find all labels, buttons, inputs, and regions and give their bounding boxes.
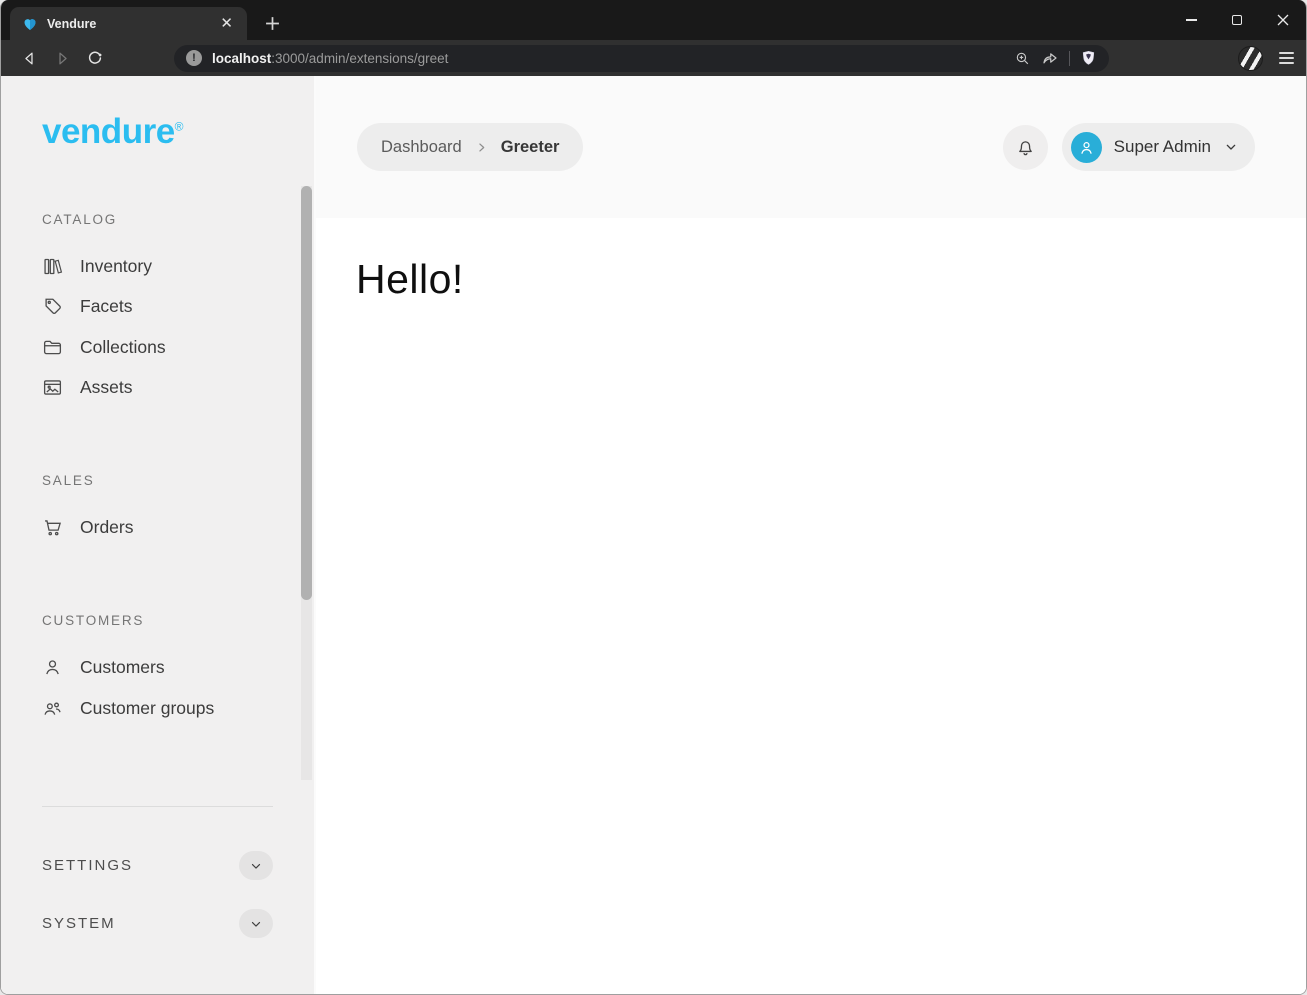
sidebar-item-label: Customers <box>80 657 165 678</box>
new-tab-button[interactable] <box>265 16 280 31</box>
sidebar-item-customers[interactable]: Customers <box>42 654 165 680</box>
chevron-down-icon <box>1223 139 1239 155</box>
logo-text: vendure <box>42 112 175 151</box>
sidebar-scrollbar-thumb[interactable] <box>301 186 312 600</box>
close-button[interactable] <box>1260 0 1306 40</box>
url-text: localhost:3000/admin/extensions/greet <box>212 51 448 66</box>
sidebar-item-label: Orders <box>80 517 133 538</box>
folder-icon <box>42 337 63 358</box>
address-bar[interactable]: ! localhost:3000/admin/extensions/greet <box>174 45 1109 72</box>
sidebar-item-inventory[interactable]: Inventory <box>42 253 152 279</box>
close-icon <box>1277 14 1289 26</box>
admin-page: vendure® CATALOG Inventory <box>1 76 1306 995</box>
page-title: Hello! <box>356 256 1266 303</box>
back-button[interactable] <box>15 44 43 72</box>
page-content: Hello! <box>316 218 1306 995</box>
notifications-button[interactable] <box>1003 125 1048 170</box>
sidebar-item-label: Facets <box>80 296 133 317</box>
brave-shield-icon[interactable] <box>1080 49 1097 67</box>
section-label-sales: SALES <box>42 473 95 488</box>
page-header: Dashboard Greeter <box>316 76 1306 218</box>
minimize-icon <box>1186 19 1197 20</box>
browser-window: Vendure ✕ <box>0 0 1307 995</box>
section-label-settings: SETTINGS <box>42 857 133 874</box>
cart-icon <box>42 517 63 538</box>
sidebar: vendure® CATALOG Inventory <box>1 76 316 995</box>
user-menu[interactable]: Super Admin <box>1062 123 1255 171</box>
vendure-favicon <box>22 16 38 32</box>
breadcrumb: Dashboard Greeter <box>357 123 583 171</box>
url-host: localhost <box>212 51 271 66</box>
plus-icon <box>265 16 280 31</box>
logo-registered-mark: ® <box>175 119 183 133</box>
forward-button[interactable] <box>48 44 76 72</box>
users-icon <box>42 698 63 719</box>
main-area: Dashboard Greeter <box>316 76 1306 995</box>
sidebar-item-label: Customer groups <box>80 698 214 719</box>
sidebar-divider <box>42 806 273 807</box>
browser-tab-vendure[interactable]: Vendure ✕ <box>10 7 247 40</box>
sidebar-item-collections[interactable]: Collections <box>42 334 166 360</box>
sidebar-scrollbar-track <box>301 186 312 780</box>
system-expand-button[interactable] <box>239 909 273 938</box>
window-controls <box>1168 0 1306 40</box>
sidebar-item-assets[interactable]: Assets <box>42 374 133 400</box>
bell-icon <box>1015 137 1036 158</box>
tab-close-icon[interactable]: ✕ <box>216 14 237 33</box>
tag-icon <box>42 296 63 317</box>
sidebar-item-label: Collections <box>80 337 166 358</box>
maximize-icon <box>1232 15 1242 25</box>
breadcrumb-dashboard[interactable]: Dashboard <box>381 138 462 157</box>
user-name: Super Admin <box>1114 137 1211 157</box>
hamburger-icon <box>1279 52 1294 54</box>
sidebar-item-orders[interactable]: Orders <box>42 514 133 540</box>
breadcrumb-current: Greeter <box>501 138 560 157</box>
header-right-group: Super Admin <box>1003 123 1255 171</box>
browser-toolbar: ! localhost:3000/admin/extensions/greet <box>1 40 1306 76</box>
site-info-icon[interactable]: ! <box>186 50 202 66</box>
browser-profile-avatar[interactable] <box>1238 46 1263 71</box>
tab-title: Vendure <box>47 17 216 31</box>
tab-strip: Vendure ✕ <box>1 0 1306 40</box>
zoom-icon[interactable] <box>1014 50 1031 67</box>
url-path: :3000/admin/extensions/greet <box>271 51 448 66</box>
user-avatar <box>1071 132 1102 163</box>
back-icon <box>21 50 38 67</box>
toolbar-separator <box>1069 51 1070 66</box>
share-icon[interactable] <box>1041 49 1059 67</box>
settings-expand-button[interactable] <box>239 851 273 880</box>
user-icon <box>1077 138 1096 157</box>
user-icon <box>42 657 63 678</box>
toolbar-right-group <box>1238 40 1294 76</box>
sidebar-section-settings: SETTINGS <box>42 851 273 880</box>
browser-menu-button[interactable] <box>1279 52 1294 65</box>
section-label-customers: CUSTOMERS <box>42 613 144 628</box>
vendure-logo[interactable]: vendure® <box>42 112 183 152</box>
sidebar-section-system: SYSTEM <box>42 909 273 938</box>
reload-button[interactable] <box>81 44 109 72</box>
maximize-button[interactable] <box>1214 0 1260 40</box>
chevron-down-icon <box>249 917 263 931</box>
image-icon <box>42 377 63 398</box>
section-label-catalog: CATALOG <box>42 212 117 227</box>
section-label-system: SYSTEM <box>42 915 116 932</box>
chevron-down-icon <box>249 859 263 873</box>
forward-icon <box>54 50 71 67</box>
chevron-right-icon <box>474 140 489 155</box>
library-icon <box>42 256 63 277</box>
sidebar-item-label: Inventory <box>80 256 152 277</box>
sidebar-item-facets[interactable]: Facets <box>42 293 133 319</box>
sidebar-item-label: Assets <box>80 377 133 398</box>
reload-icon <box>86 49 104 67</box>
sidebar-item-customer-groups[interactable]: Customer groups <box>42 695 214 721</box>
minimize-button[interactable] <box>1168 0 1214 40</box>
